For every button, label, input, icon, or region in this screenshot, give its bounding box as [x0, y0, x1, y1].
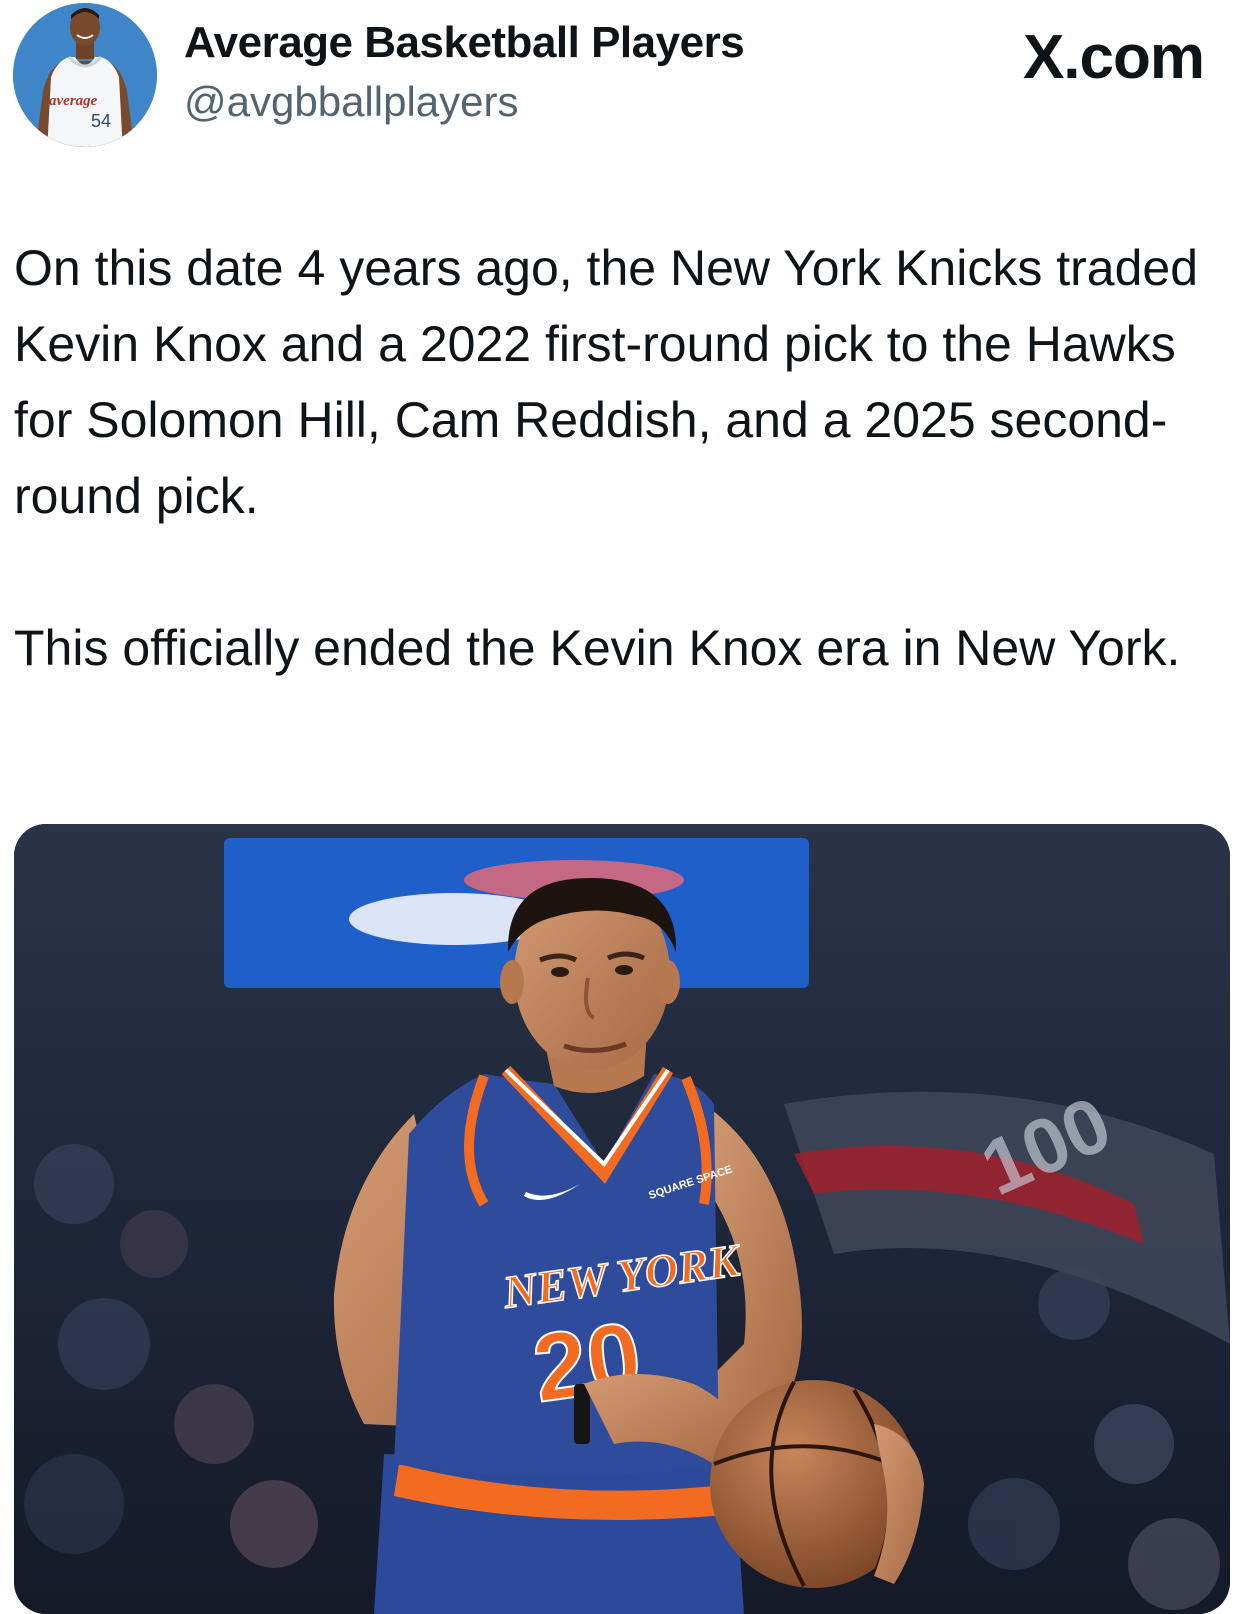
post-text: On this date 4 years ago, the New York K… [14, 230, 1229, 686]
post-paragraph: This officially ended the Kevin Knox era… [14, 620, 1181, 676]
post-media-image[interactable]: 100 NEW YORK 20 SQUARE SPACE [14, 824, 1230, 1614]
author-handle[interactable]: @avgbballplayers [184, 78, 518, 126]
author-avatar[interactable]: average 54 [13, 3, 157, 147]
tweet-card: average 54 Average Basketball Players @a… [0, 0, 1250, 1614]
post-paragraph: On this date 4 years ago, the New York K… [14, 240, 1199, 524]
avatar-jersey-number: 54 [91, 111, 111, 131]
avatar-jersey-word: average [49, 93, 98, 109]
avatar-image: average 54 [13, 3, 157, 147]
player-photo: 100 NEW YORK 20 SQUARE SPACE [14, 824, 1230, 1614]
author-name[interactable]: Average Basketball Players [184, 18, 745, 68]
site-label: X.com [1022, 23, 1205, 92]
